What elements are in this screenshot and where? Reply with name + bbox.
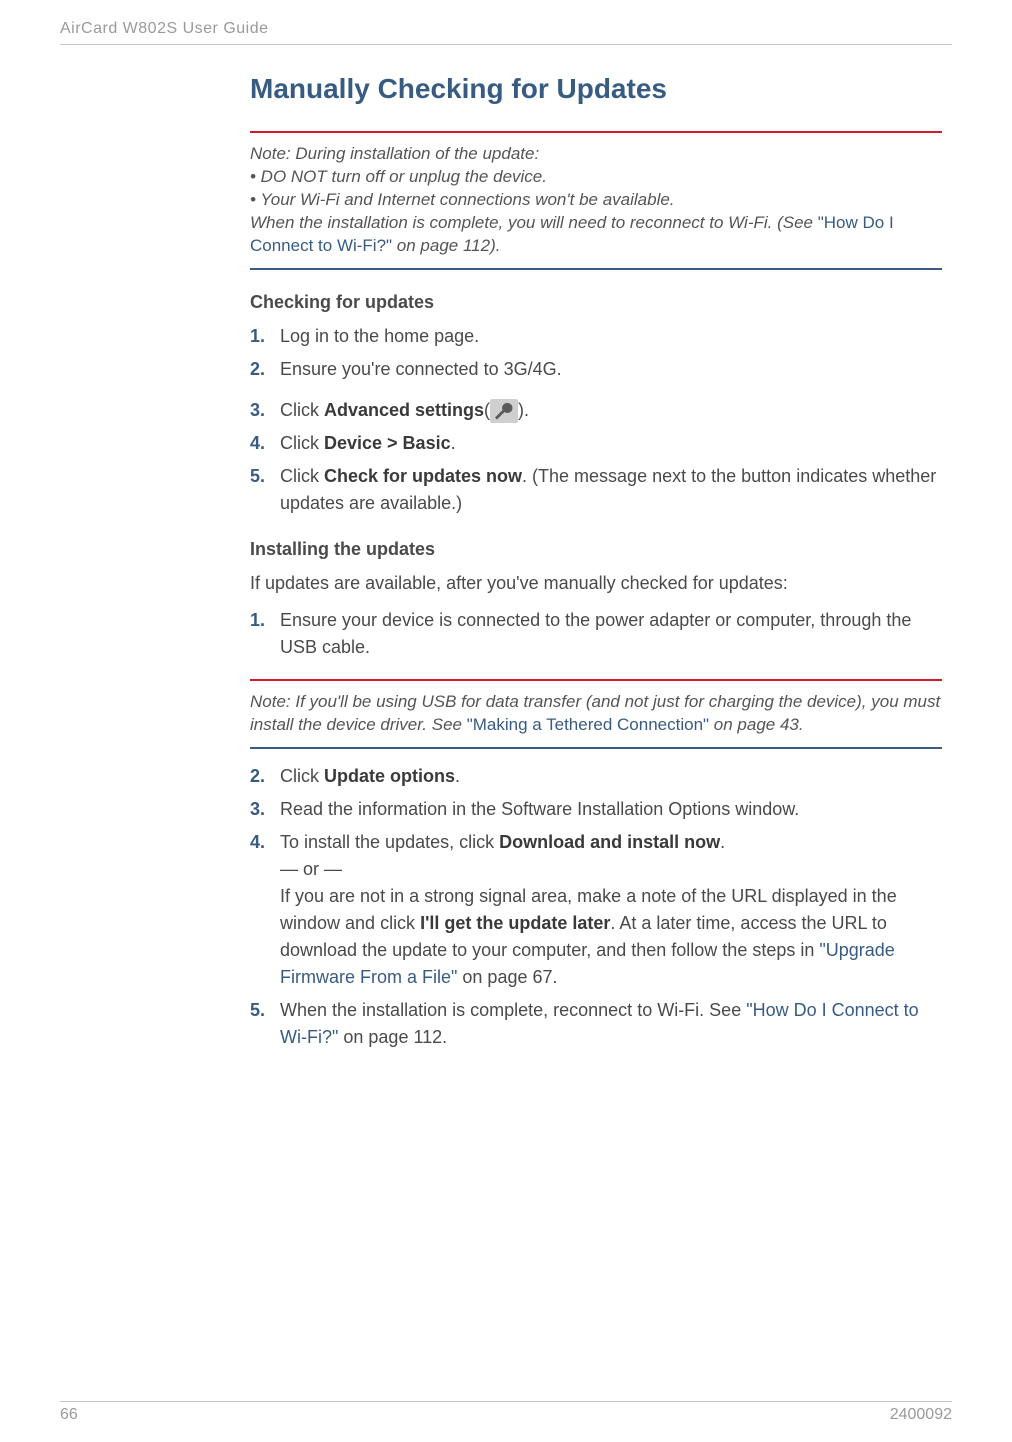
- note-tail-before: When the installation is complete, you w…: [250, 213, 818, 232]
- step-number: 5.: [250, 997, 280, 1024]
- step-text: Click Advanced settings().: [280, 397, 942, 424]
- note-lead: Note: During installation of the update:: [250, 143, 942, 166]
- wrench-icon: [490, 399, 518, 423]
- step-text: Ensure you're connected to 3G/4G.: [280, 356, 942, 383]
- s4-or: — or —: [280, 859, 342, 879]
- step-prefix: Click: [280, 466, 324, 486]
- step-item: 1. Log in to the home page.: [250, 323, 942, 350]
- step-number: 2.: [250, 763, 280, 790]
- step-item: 3. Read the information in the Software …: [250, 796, 942, 823]
- note-bullet: • Your Wi-Fi and Internet connections wo…: [250, 189, 942, 212]
- ui-label-get-update-later: I'll get the update later: [420, 913, 610, 933]
- step-item: 4. To install the updates, click Downloa…: [250, 829, 942, 991]
- note2-after: on page 43.: [709, 715, 804, 734]
- subhead-installing: Installing the updates: [250, 539, 942, 560]
- step-suffix: .: [455, 766, 460, 786]
- step-number: 1.: [250, 607, 280, 634]
- s4-l2-c: on page 67.: [457, 967, 557, 987]
- footer-rule: [60, 1401, 952, 1402]
- step-item: 4. Click Device > Basic.: [250, 430, 942, 457]
- note-bottom-rule: [250, 268, 942, 270]
- page: AirCard W802S User Guide Manually Checki…: [0, 0, 1012, 1442]
- step-text: Ensure your device is connected to the p…: [280, 607, 942, 661]
- s4-l1-suffix: .: [720, 832, 725, 852]
- step-prefix: Click: [280, 400, 324, 420]
- step-item: 5. Click Check for updates now. (The mes…: [250, 463, 942, 517]
- running-head: AirCard W802S User Guide: [60, 20, 952, 38]
- step-text: To install the updates, click Download a…: [280, 829, 942, 991]
- ui-label-advanced-settings: Advanced settings: [324, 400, 484, 420]
- step-text: Read the information in the Software Ins…: [280, 796, 942, 823]
- steps-installing-2: 2. Click Update options. 3. Read the inf…: [250, 763, 942, 1051]
- s5-prefix: When the installation is complete, recon…: [280, 1000, 746, 1020]
- step-item: 2. Click Update options.: [250, 763, 942, 790]
- step-number: 4.: [250, 829, 280, 856]
- step-text: Click Device > Basic.: [280, 430, 942, 457]
- step-suffix: .: [451, 433, 456, 453]
- steps-installing-1: 1. Ensure your device is connected to th…: [250, 607, 942, 661]
- note-install: Note: During installation of the update:…: [250, 133, 942, 258]
- subhead-checking: Checking for updates: [250, 292, 942, 313]
- step-text: When the installation is complete, recon…: [280, 997, 942, 1051]
- step-number: 3.: [250, 397, 280, 424]
- step-item: 5. When the installation is complete, re…: [250, 997, 942, 1051]
- ui-label-check-updates-now: Check for updates now: [324, 466, 522, 486]
- step-number: 4.: [250, 430, 280, 457]
- ui-label-download-install-now: Download and install now: [499, 832, 720, 852]
- note-bullet: • DO NOT turn off or unplug the device.: [250, 166, 942, 189]
- step-number: 5.: [250, 463, 280, 490]
- page-footer: 66 2400092: [60, 1393, 952, 1424]
- step-number: 3.: [250, 796, 280, 823]
- step-text: Click Update options.: [280, 763, 942, 790]
- installing-intro: If updates are available, after you've m…: [250, 570, 942, 597]
- step-prefix: Click: [280, 433, 324, 453]
- s5-suffix: on page 112.: [338, 1027, 447, 1047]
- ui-label-update-options: Update options: [324, 766, 455, 786]
- steps-checking: 1. Log in to the home page. 2. Ensure yo…: [250, 323, 942, 517]
- step-number: 1.: [250, 323, 280, 350]
- section-title: Manually Checking for Updates: [250, 73, 942, 105]
- step-item: 2. Ensure you're connected to 3G/4G.: [250, 356, 942, 383]
- step-text: Log in to the home page.: [280, 323, 942, 350]
- step-paren-close: ).: [518, 400, 529, 420]
- document-number: 2400092: [890, 1406, 952, 1424]
- step-item: 1. Ensure your device is connected to th…: [250, 607, 942, 661]
- note-tail-after: on page 112).: [392, 236, 500, 255]
- step-number: 2.: [250, 356, 280, 383]
- page-number: 66: [60, 1406, 78, 1424]
- note-bottom-rule: [250, 747, 942, 749]
- step-item: 3. Click Advanced settings().: [250, 397, 942, 424]
- note-tail: When the installation is complete, you w…: [250, 212, 942, 258]
- link-tethered-connection[interactable]: "Making a Tethered Connection": [467, 715, 709, 734]
- s4-l1-prefix: To install the updates, click: [280, 832, 499, 852]
- step-text: Click Check for updates now. (The messag…: [280, 463, 942, 517]
- header-rule: [60, 44, 952, 45]
- note-usb: Note: If you'll be using USB for data tr…: [250, 681, 942, 737]
- ui-label-device-basic: Device > Basic: [324, 433, 451, 453]
- step-prefix: Click: [280, 766, 324, 786]
- content-column: Manually Checking for Updates Note: Duri…: [250, 73, 942, 1051]
